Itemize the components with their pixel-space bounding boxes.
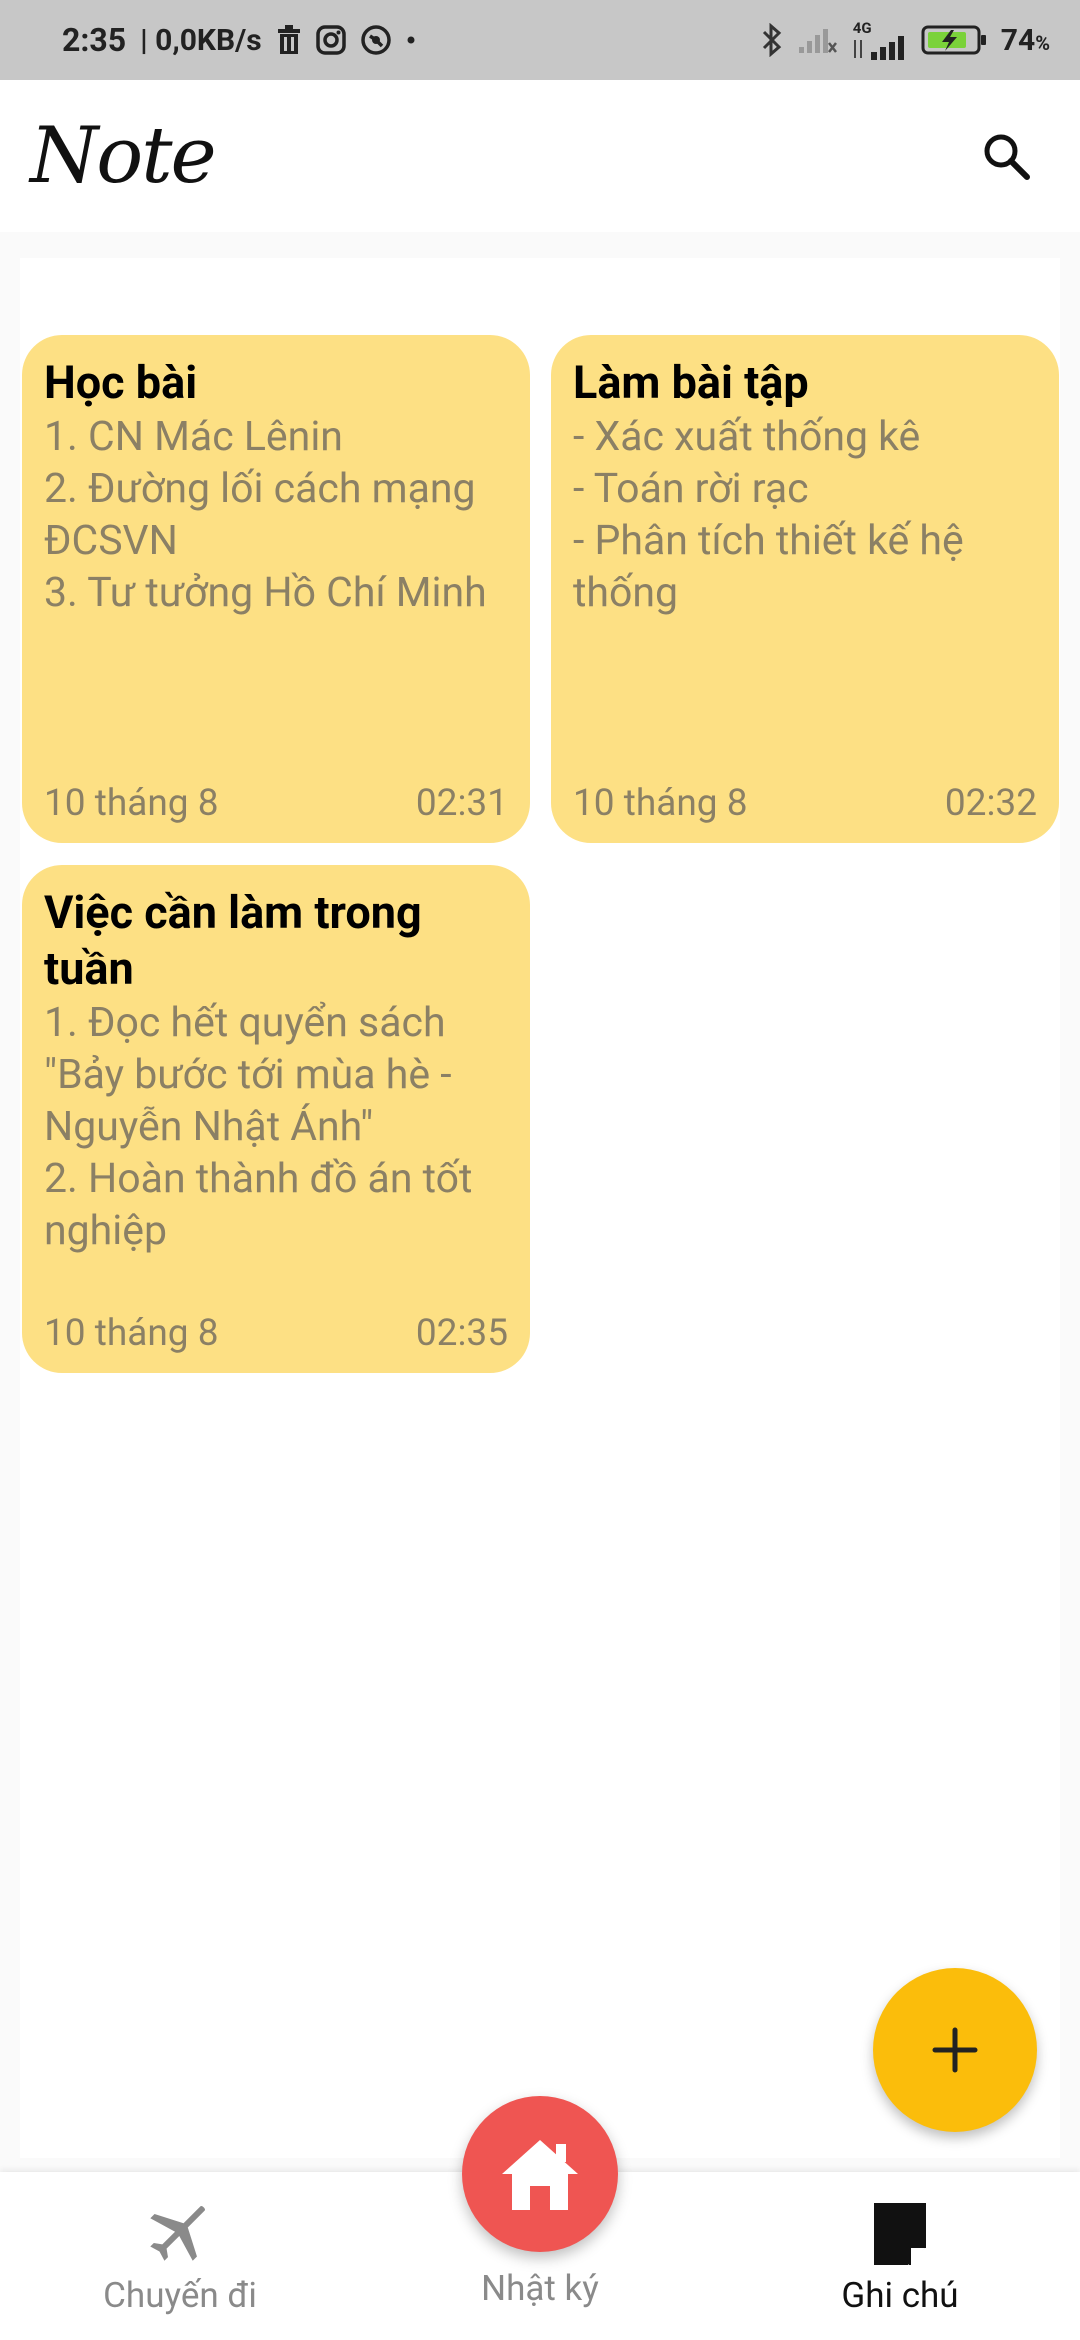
battery-icon [921, 24, 987, 56]
plus-icon [932, 2027, 978, 2073]
nav-item-diary-home-button[interactable] [462, 2096, 618, 2252]
dot-icon [406, 35, 416, 45]
nav-item-notes[interactable]: Ghi chú [780, 2172, 1020, 2340]
nav-label-trips: Chuyến đi [103, 2275, 257, 2316]
home-icon [502, 2140, 578, 2210]
battery-value: 74 [1000, 22, 1036, 58]
battery-unit: % [1035, 30, 1050, 55]
note-body: - Xác xuất thống kê - Toán rời rạc - Phâ… [573, 413, 964, 617]
status-left: 2:35 | 0,0KB/s [62, 21, 416, 59]
trash-icon [276, 25, 302, 55]
note-time: 02:35 [415, 1312, 508, 1355]
nav-item-trips[interactable]: Chuyến đi [60, 2172, 300, 2340]
note-date: 10 tháng 8 [44, 1312, 219, 1355]
note-time: 02:31 [415, 782, 508, 825]
bluetooth-icon [761, 23, 783, 57]
note-icon [874, 2203, 926, 2265]
instagram-icon [315, 25, 346, 55]
status-right: 4G 74% [761, 18, 1050, 60]
note-card[interactable]: Việc cần làm trong tuần 1. Đọc hết quyển… [22, 865, 530, 1373]
airplane-icon [150, 2205, 206, 2261]
note-title: Học bài [44, 356, 198, 409]
note-footer: 10 tháng 8 02:35 [44, 1312, 508, 1355]
note-body: 1. CN Mác Lênin 2. Đường lối cách mạng Đ… [44, 413, 487, 617]
battery-percent: 74% [1001, 23, 1050, 58]
note-title: Việc cần làm trong tuần [44, 886, 422, 995]
add-note-button[interactable] [873, 1968, 1037, 2132]
status-bar: 2:35 | 0,0KB/s 4G 74% [0, 0, 1080, 80]
nav-label-notes: Ghi chú [841, 2275, 959, 2316]
note-card[interactable]: Học bài 1. CN Mác Lênin 2. Đường lối các… [22, 335, 530, 843]
status-speed: | 0,0KB/s [140, 22, 262, 58]
search-icon [984, 134, 1030, 180]
note-date: 10 tháng 8 [44, 782, 219, 825]
note-footer: 10 tháng 8 02:32 [573, 782, 1037, 825]
nav-label-diary: Nhật ký [481, 2268, 599, 2309]
signal-4g-icon: 4G [851, 18, 907, 60]
note-time: 02:32 [944, 782, 1037, 825]
note-title: Làm bài tập [573, 356, 809, 409]
sync-icon [360, 24, 392, 56]
app-logo: Note [30, 111, 217, 201]
signal-weak-icon [797, 25, 837, 55]
note-footer: 10 tháng 8 02:31 [44, 782, 508, 825]
network-type-label: 4G [852, 18, 872, 37]
status-time: 2:35 [62, 21, 127, 59]
note-date: 10 tháng 8 [573, 782, 748, 825]
note-card[interactable]: Làm bài tập - Xác xuất thống kê - Toán r… [551, 335, 1059, 843]
search-button[interactable] [970, 120, 1042, 192]
note-body: 1. Đọc hết quyển sách "Bảy bước tới mùa … [44, 999, 473, 1255]
app-bar: Note [0, 80, 1080, 232]
